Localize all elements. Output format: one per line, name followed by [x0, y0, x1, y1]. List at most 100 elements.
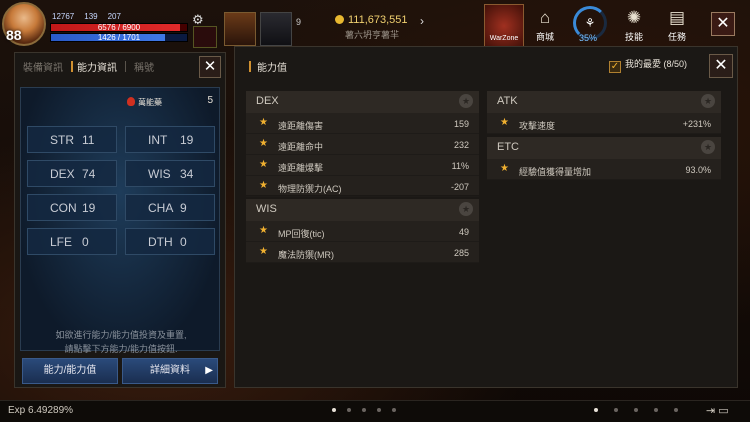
- stat-row[interactable]: ★ 魔法防禦(MR) 285: [246, 242, 479, 263]
- stat-lfe: LFE 0: [27, 228, 117, 255]
- star-icon[interactable]: ★: [701, 94, 715, 108]
- stat-hint-text: 如欲進行能力/能力值投資及重置, 請點擊下方能力/能力值按鈕.: [31, 328, 211, 356]
- quick-slot[interactable]: [224, 12, 256, 46]
- stat-key: WIS: [148, 167, 171, 181]
- star-icon: ★: [259, 159, 268, 170]
- stat-value: 19: [82, 201, 96, 215]
- character-info-panel: 裝備資訊 能力資訊 稱號 ✕ 萬能藥 5 STR 11 INT 19 DEX 7…: [14, 52, 226, 388]
- close-button[interactable]: ✕: [199, 56, 221, 78]
- stat-value: 19: [180, 133, 194, 147]
- page-dot[interactable]: [594, 408, 598, 412]
- row-value: 49: [458, 227, 469, 237]
- group-name: ATK: [497, 95, 518, 107]
- stat-key: DEX: [50, 167, 75, 181]
- stat-int: INT 19: [125, 126, 215, 153]
- page-dot[interactable]: [674, 408, 678, 412]
- stat-row[interactable]: ★ 遠距離爆擊 11%: [246, 155, 479, 176]
- elixir-label: 萬能藥: [127, 97, 162, 108]
- stat-value: 74: [82, 167, 96, 181]
- top-hud: 88 12767 139 207 6576 / 6900 1426 / 1701…: [0, 0, 750, 50]
- page-dot[interactable]: [332, 408, 336, 412]
- page-dot[interactable]: [654, 408, 658, 412]
- hud-stat-1: 12767: [52, 12, 75, 21]
- checkmark-icon: ✓: [609, 61, 621, 73]
- group-name: ETC: [497, 141, 519, 153]
- row-label: 物理防禦力(AC): [278, 184, 342, 194]
- star-icon[interactable]: ★: [701, 140, 715, 154]
- stat-grid: 萬能藥 5 STR 11 INT 19 DEX 74 WIS 34 CON 19…: [20, 87, 220, 354]
- close-button[interactable]: ✕: [709, 54, 733, 78]
- shop-button[interactable]: ⌂ 商城: [527, 6, 563, 46]
- title-marker: [249, 61, 251, 72]
- tab-ability[interactable]: 能力資訊: [69, 59, 125, 74]
- stat-wis: WIS 34: [125, 160, 215, 187]
- page-dot[interactable]: [362, 408, 366, 412]
- star-icon: ★: [259, 138, 268, 149]
- quest-button[interactable]: ▤ 任務: [659, 6, 695, 46]
- stat-row[interactable]: ★ 物理防禦力(AC) -207: [246, 176, 479, 197]
- star-icon: ★: [259, 246, 268, 257]
- skill-label: 技能: [624, 32, 643, 42]
- slot-count: 9: [295, 17, 301, 27]
- row-label: 經驗值獲得量增加: [519, 167, 592, 177]
- group-header: ETC ★: [487, 137, 721, 159]
- star-icon[interactable]: ★: [459, 94, 473, 108]
- star-icon: ★: [259, 225, 268, 236]
- skill-button[interactable]: ✺ 技能: [616, 6, 652, 46]
- stat-key: DTH: [148, 235, 173, 249]
- hint-line: 請點擊下方能力/能力值按鈕.: [64, 344, 178, 354]
- coin-icon: [335, 15, 344, 24]
- stat-group-dex: DEX ★ ★ 遠距離傷害 159 ★ 遠距離命中 232 ★ 遠距離爆擊 11% ★ 物理防…: [246, 91, 479, 197]
- tab-title[interactable]: 稱號: [126, 59, 162, 74]
- star-icon[interactable]: ★: [459, 202, 473, 216]
- stat-group-etc: ETC ★ ★ 經驗值獲得量增加 93.0%: [487, 137, 721, 180]
- stat-row[interactable]: ★ MP回復(tic) 49: [246, 221, 479, 242]
- page-dot[interactable]: [392, 408, 396, 412]
- row-value: 11%: [451, 161, 469, 171]
- star-icon: ★: [500, 117, 509, 128]
- panel-header: 能力值 ✓ 我的最愛 (8/50) ✕: [235, 47, 739, 83]
- row-value: -207: [450, 182, 469, 192]
- detail-label: 詳細資料: [150, 365, 190, 376]
- stat-value: 11: [82, 133, 95, 147]
- page-dot[interactable]: [614, 408, 618, 412]
- detail-button[interactable]: 詳細資料 ▶: [122, 358, 218, 384]
- close-button[interactable]: ✕: [711, 12, 735, 36]
- row-value: 285: [453, 248, 469, 258]
- exp-readout: Exp 6.49289%: [8, 405, 74, 416]
- shop-icon: ⌂: [539, 8, 551, 27]
- stat-value: 0: [82, 235, 89, 249]
- bottom-bar: Exp 6.49289% ⇥ ▭: [0, 400, 750, 422]
- hud-stat-3: 207: [107, 12, 121, 21]
- potion-slot[interactable]: [193, 26, 217, 48]
- info-tabs: 裝備資訊 能力資訊 稱號: [15, 53, 227, 80]
- chevron-right-icon[interactable]: ›: [420, 14, 424, 28]
- system-icons[interactable]: ⇥ ▭: [706, 404, 729, 417]
- group-name: WIS: [256, 203, 277, 215]
- stat-row[interactable]: ★ 遠距離傷害 159: [246, 113, 479, 134]
- stat-row[interactable]: ★ 攻擊速度 +231%: [487, 113, 721, 134]
- page-dot[interactable]: [347, 408, 351, 412]
- row-label: MP回復(tic): [278, 229, 325, 239]
- star-icon: ★: [259, 117, 268, 128]
- page-dot[interactable]: [377, 408, 381, 412]
- warzone-button[interactable]: WarZone: [484, 4, 524, 48]
- shop-label: 商城: [535, 32, 554, 42]
- stat-group-atk: ATK ★ ★ 攻擊速度 +231%: [487, 91, 721, 134]
- stat-row[interactable]: ★ 經驗值獲得量增加 93.0%: [487, 159, 721, 180]
- ability-button[interactable]: 能力/能力值: [22, 358, 118, 384]
- row-value: 232: [453, 140, 469, 150]
- ability-values-panel: 能力值 ✓ 我的最愛 (8/50) ✕ DEX ★ ★ 遠距離傷害 159 ★ 遠距離命…: [234, 46, 738, 388]
- progress-percent: 35%: [579, 33, 598, 43]
- stat-key: STR: [50, 133, 74, 147]
- page-dot[interactable]: [634, 408, 638, 412]
- tab-equipment[interactable]: 裝備資訊: [15, 59, 71, 74]
- star-icon: ★: [259, 180, 268, 191]
- elixir-text: 萬能藥: [138, 98, 162, 107]
- mp-bar: 1426 / 1701: [50, 33, 188, 42]
- quick-slot[interactable]: 9: [260, 12, 301, 46]
- stat-row[interactable]: ★ 遠距離命中 232: [246, 134, 479, 155]
- row-label: 遠距離爆擊: [278, 163, 324, 173]
- favorites-toggle[interactable]: ✓ 我的最愛 (8/50): [609, 57, 687, 73]
- stat-con: CON 19: [27, 194, 117, 221]
